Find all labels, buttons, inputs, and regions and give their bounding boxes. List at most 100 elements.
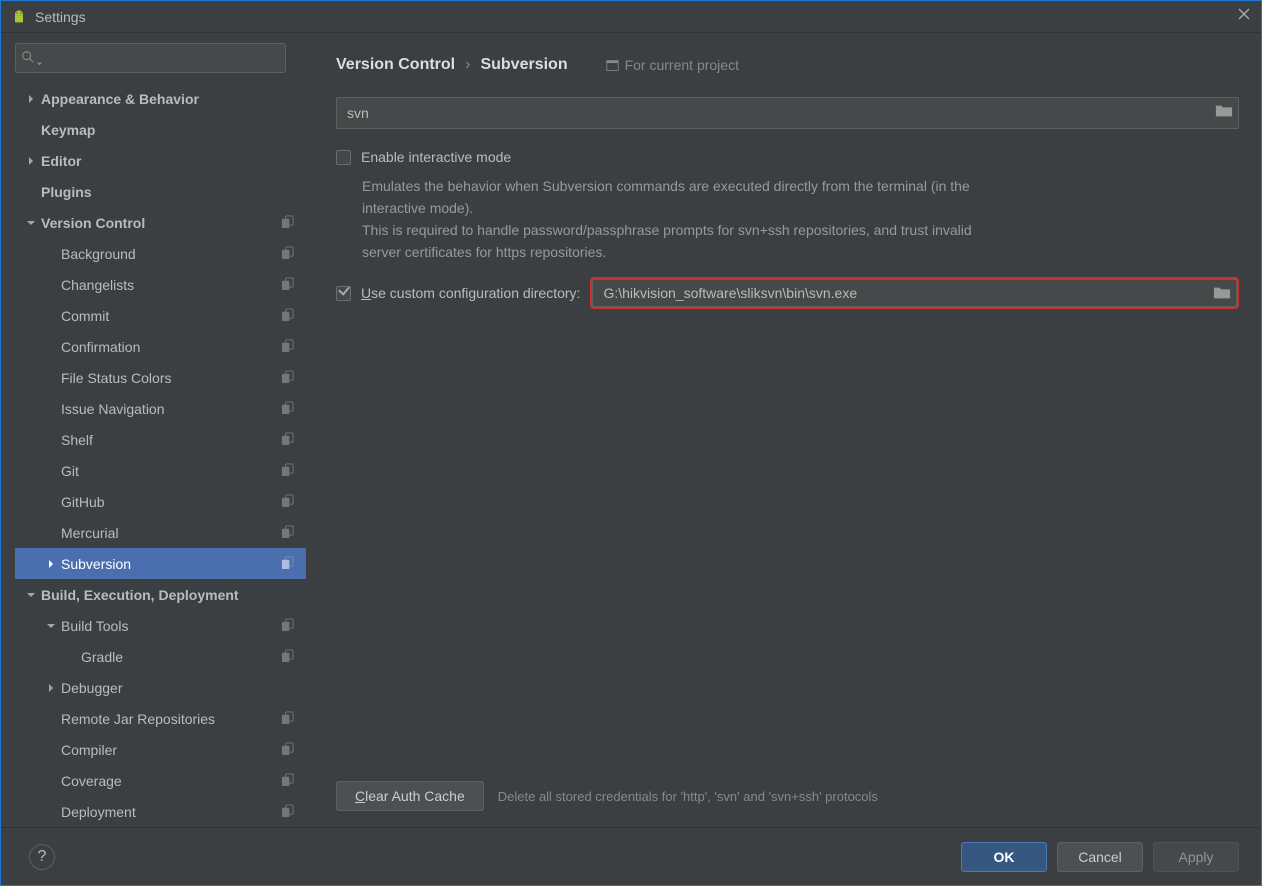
tree-item-label: Plugins [41,184,300,200]
project-scope-icon [281,308,294,324]
tree-item-compiler[interactable]: Compiler [15,734,306,765]
clear-auth-cache-button[interactable]: Clear Auth Cache [336,781,484,811]
tree-item-label: Commit [61,308,281,324]
tree-item-changelists[interactable]: Changelists [15,269,306,300]
tree-item-gradle[interactable]: Gradle [15,641,306,672]
tree-item-label: Compiler [61,742,281,758]
tree-item-label: Changelists [61,277,281,293]
enable-interactive-description: Emulates the behavior when Subversion co… [362,175,1002,263]
tree-item-git[interactable]: Git [15,455,306,486]
tree-item-label: Build, Execution, Deployment [41,587,300,603]
chevron-right-icon [21,94,41,104]
tree-item-label: Coverage [61,773,281,789]
tree-item-label: Deployment [61,804,281,820]
tree-item-file-status-colors[interactable]: File Status Colors [15,362,306,393]
tree-item-label: Gradle [81,649,281,665]
breadcrumb-leaf: Subversion [480,56,567,74]
tree-item-label: Issue Navigation [61,401,281,417]
tree-item-shelf[interactable]: Shelf [15,424,306,455]
enable-interactive-checkbox[interactable] [336,150,351,165]
tree-item-label: Editor [41,153,300,169]
enable-interactive-label: Enable interactive mode [361,149,511,165]
chevron-down-icon [21,218,41,228]
chevron-right-icon [41,683,61,693]
tree-item-issue-navigation[interactable]: Issue Navigation [15,393,306,424]
project-scope-icon [281,246,294,262]
tree-item-label: GitHub [61,494,281,510]
tree-item-label: Keymap [41,122,300,138]
chevron-right-icon [21,156,41,166]
tree-item-label: Mercurial [61,525,281,541]
clear-auth-hint: Delete all stored credentials for 'http'… [498,789,878,804]
apply-button[interactable]: Apply [1153,842,1239,872]
tree-item-github[interactable]: GitHub [15,486,306,517]
tree-item-appearance-behavior[interactable]: Appearance & Behavior [15,83,306,114]
custom-dir-input[interactable] [592,279,1237,307]
tree-item-label: Shelf [61,432,281,448]
project-scope-icon [281,494,294,510]
project-scope-icon [281,711,294,727]
tree-item-label: Build Tools [61,618,281,634]
dialog-footer: ? OK Cancel Apply [1,827,1261,885]
project-scope-icon [281,556,294,572]
settings-tree[interactable]: Appearance & Behavior Keymap Editor Plugins… [15,83,306,827]
tree-item-label: File Status Colors [61,370,281,386]
project-scope-icon [281,339,294,355]
tree-item-coverage[interactable]: Coverage [15,765,306,796]
app-icon [11,9,27,25]
cancel-button[interactable]: Cancel [1057,842,1143,872]
browse-folder-icon[interactable] [1215,103,1233,124]
tree-item-label: Debugger [61,680,300,696]
tree-item-confirmation[interactable]: Confirmation [15,331,306,362]
tree-item-remote-jar-repositories[interactable]: Remote Jar Repositories [15,703,306,734]
project-scope-icon [281,277,294,293]
tree-item-label: Background [61,246,281,262]
project-scope-icon [281,525,294,541]
project-scope-icon [281,773,294,789]
project-scope-icon [281,742,294,758]
settings-sidebar: Appearance & Behavior Keymap Editor Plugins… [1,33,314,827]
tree-item-deployment[interactable]: Deployment [15,796,306,827]
project-scope-icon [281,649,294,665]
tree-item-build-tools[interactable]: Build Tools [15,610,306,641]
tree-item-keymap[interactable]: Keymap [15,114,306,145]
tree-item-label: Version Control [41,215,281,231]
tree-item-debugger[interactable]: Debugger [15,672,306,703]
settings-search-input[interactable] [15,43,286,73]
tree-item-editor[interactable]: Editor [15,145,306,176]
tree-item-background[interactable]: Background [15,238,306,269]
use-custom-dir-checkbox[interactable] [336,286,351,301]
custom-dir-highlight [590,277,1239,309]
project-scope-icon [281,618,294,634]
close-icon[interactable] [1237,7,1251,26]
tree-item-version-control[interactable]: Version Control [15,207,306,238]
tree-item-build-execution-deployment[interactable]: Build, Execution, Deployment [15,579,306,610]
project-scope-icon [281,432,294,448]
tree-item-label: Subversion [61,556,281,572]
chevron-right-icon: › [465,56,470,74]
chevron-right-icon [41,559,61,569]
title-bar: Settings [1,1,1261,33]
project-scope-icon [281,401,294,417]
tree-item-mercurial[interactable]: Mercurial [15,517,306,548]
tree-item-label: Confirmation [61,339,281,355]
use-custom-dir-label: Use custom configuration directory: [361,285,580,301]
project-scope-icon [281,463,294,479]
tree-item-commit[interactable]: Commit [15,300,306,331]
tree-item-plugins[interactable]: Plugins [15,176,306,207]
tree-item-label: Appearance & Behavior [41,91,300,107]
browse-folder-icon[interactable] [1213,285,1231,306]
project-scope-icon [281,370,294,386]
scope-text: For current project [625,57,739,73]
chevron-down-icon [21,590,41,600]
tree-item-subversion[interactable]: Subversion [15,548,306,579]
scope-label: For current project [606,57,739,73]
project-scope-icon [281,215,294,231]
chevron-down-icon [41,621,61,631]
help-button[interactable]: ? [29,844,55,870]
breadcrumb-root[interactable]: Version Control [336,56,455,74]
ok-button[interactable]: OK [961,842,1047,872]
search-icon [21,50,35,69]
chevron-down-icon [36,55,43,73]
svn-executable-input[interactable] [336,97,1239,129]
